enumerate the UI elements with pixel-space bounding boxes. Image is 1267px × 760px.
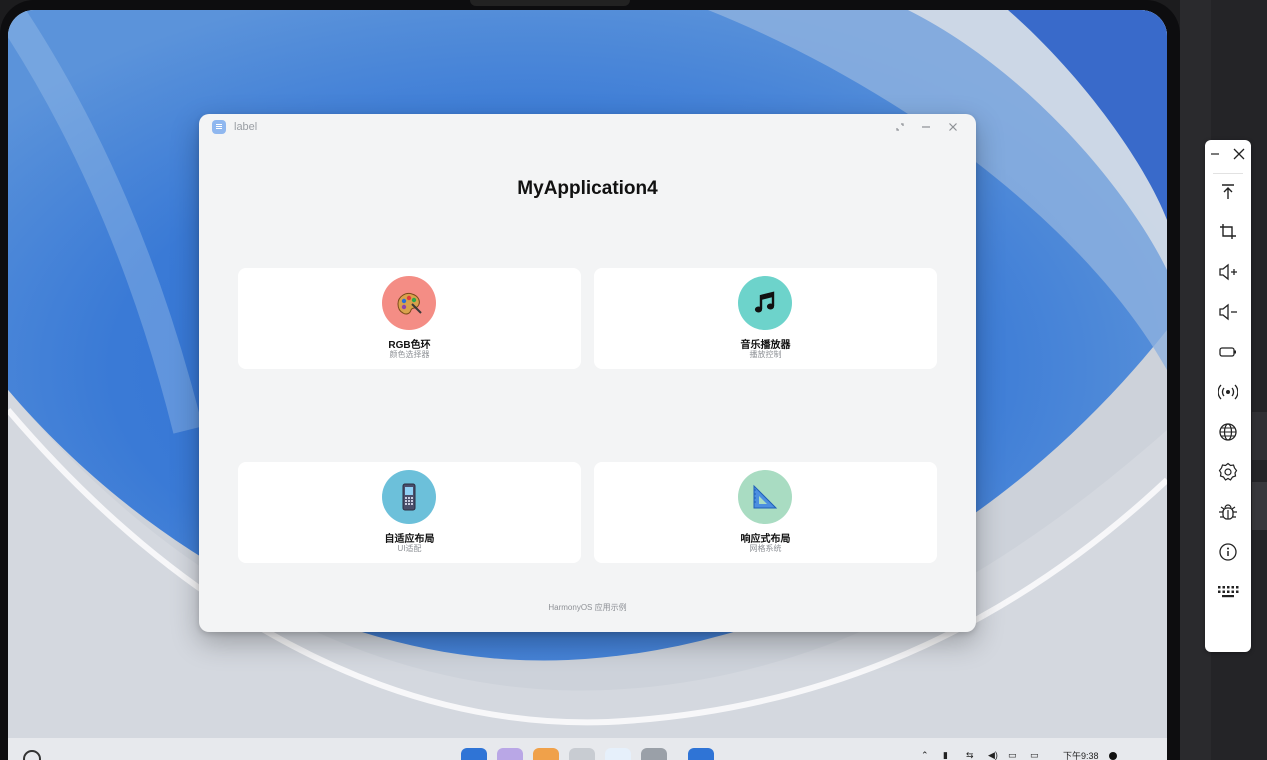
toolbar-button[interactable]	[1216, 300, 1240, 324]
page-title: MyApplication4	[517, 178, 658, 199]
card-adaptive-layout[interactable]: 自适应布局 UI适配	[238, 462, 581, 563]
keyboard-icon	[1218, 586, 1239, 598]
notification-icon[interactable]: ▭	[1008, 750, 1017, 760]
chevron-up-icon[interactable]: ⌃	[921, 750, 929, 760]
palette-icon	[397, 293, 422, 315]
info-icon	[1219, 543, 1237, 561]
toolbar-divider	[1213, 173, 1243, 174]
emulator-toolbar	[1205, 140, 1251, 652]
minimize-icon[interactable]	[1211, 148, 1221, 158]
mobile-phone-icon	[402, 483, 416, 511]
close-icon[interactable]	[1233, 148, 1245, 160]
dock-app-settings[interactable]	[641, 748, 667, 760]
card-subtitle: 颜色选择器	[389, 350, 430, 359]
window-title: label	[234, 121, 258, 133]
taskbar: ⌃ ▮ ⇆ ◀) ▭ ▭ 下午9:38	[8, 738, 1167, 760]
crop-icon	[1220, 224, 1236, 239]
toolbar-button[interactable]	[1216, 460, 1240, 484]
footer-text: HarmonyOS 应用示例	[548, 603, 627, 612]
app-icon	[212, 120, 226, 134]
side-highlight	[1252, 482, 1267, 530]
desktop-stage: label MyApplication4 RGB色环 颜色选择器 音乐播放器 播…	[0, 0, 1267, 760]
volume-icon[interactable]: ◀)	[988, 750, 998, 760]
rotate-to-top-icon	[1222, 184, 1234, 199]
maximize-button[interactable]	[893, 120, 907, 134]
card-subtitle: UI适配	[397, 544, 422, 553]
volume-down-icon	[1219, 303, 1237, 321]
side-highlight	[1252, 412, 1267, 460]
wireless-icon	[1218, 384, 1238, 400]
music-note-icon	[754, 291, 775, 313]
app-window: label MyApplication4 RGB色环 颜色选择器 音乐播放器 播…	[199, 114, 976, 632]
settings-icon	[1218, 462, 1238, 481]
minimize-button[interactable]	[919, 120, 933, 134]
bug-icon	[1219, 504, 1237, 520]
volume-up-icon	[1219, 263, 1237, 281]
toolbar-button[interactable]	[1216, 580, 1240, 604]
tray-icon[interactable]: ▮	[943, 750, 948, 760]
camera-bar	[470, 0, 630, 6]
toolbar-button[interactable]	[1216, 380, 1240, 404]
card-music-player[interactable]: 音乐播放器 播放控制	[594, 268, 937, 369]
card-subtitle: 网格系统	[749, 544, 782, 553]
card-icon-bg	[738, 276, 792, 330]
card-icon-bg	[738, 470, 792, 524]
window-titlebar[interactable]: label	[199, 114, 976, 140]
dock-app-current[interactable]	[688, 748, 714, 760]
toolbar-button[interactable]	[1216, 340, 1240, 364]
globe-icon	[1219, 423, 1237, 441]
toolbar-button[interactable]	[1216, 180, 1240, 204]
toolbar-button[interactable]	[1216, 220, 1240, 244]
toolbar-button[interactable]	[1216, 500, 1240, 524]
minimize-icon	[922, 126, 930, 128]
battery-icon	[1219, 347, 1236, 357]
toolbar-button[interactable]	[1216, 420, 1240, 444]
dock-app-store[interactable]	[605, 748, 631, 760]
dock-app-trash[interactable]	[569, 748, 595, 760]
close-button[interactable]	[946, 120, 960, 134]
card-rgb-color-wheel[interactable]: RGB色环 颜色选择器	[238, 268, 581, 369]
taskbar-clock: 下午9:38	[1063, 751, 1099, 760]
dock-app-docs[interactable]	[533, 748, 559, 760]
user-icon[interactable]	[1108, 750, 1118, 760]
battery-icon[interactable]: ▭	[1030, 750, 1039, 760]
close-icon	[949, 123, 957, 131]
toolbar-button[interactable]	[1216, 260, 1240, 284]
input-method-icon[interactable]: ⇆	[966, 750, 974, 760]
dock-app-files[interactable]	[461, 748, 487, 760]
card-icon-bg	[382, 470, 436, 524]
card-icon-bg	[382, 276, 436, 330]
toolbar-button[interactable]	[1216, 540, 1240, 564]
restore-icon	[896, 123, 904, 131]
card-responsive-layout[interactable]: 响应式布局 网格系统	[594, 462, 937, 563]
triangle-ruler-icon	[753, 484, 778, 509]
card-subtitle: 播放控制	[749, 350, 782, 359]
dock-app-gallery[interactable]	[497, 748, 523, 760]
search-icon[interactable]	[22, 748, 44, 760]
